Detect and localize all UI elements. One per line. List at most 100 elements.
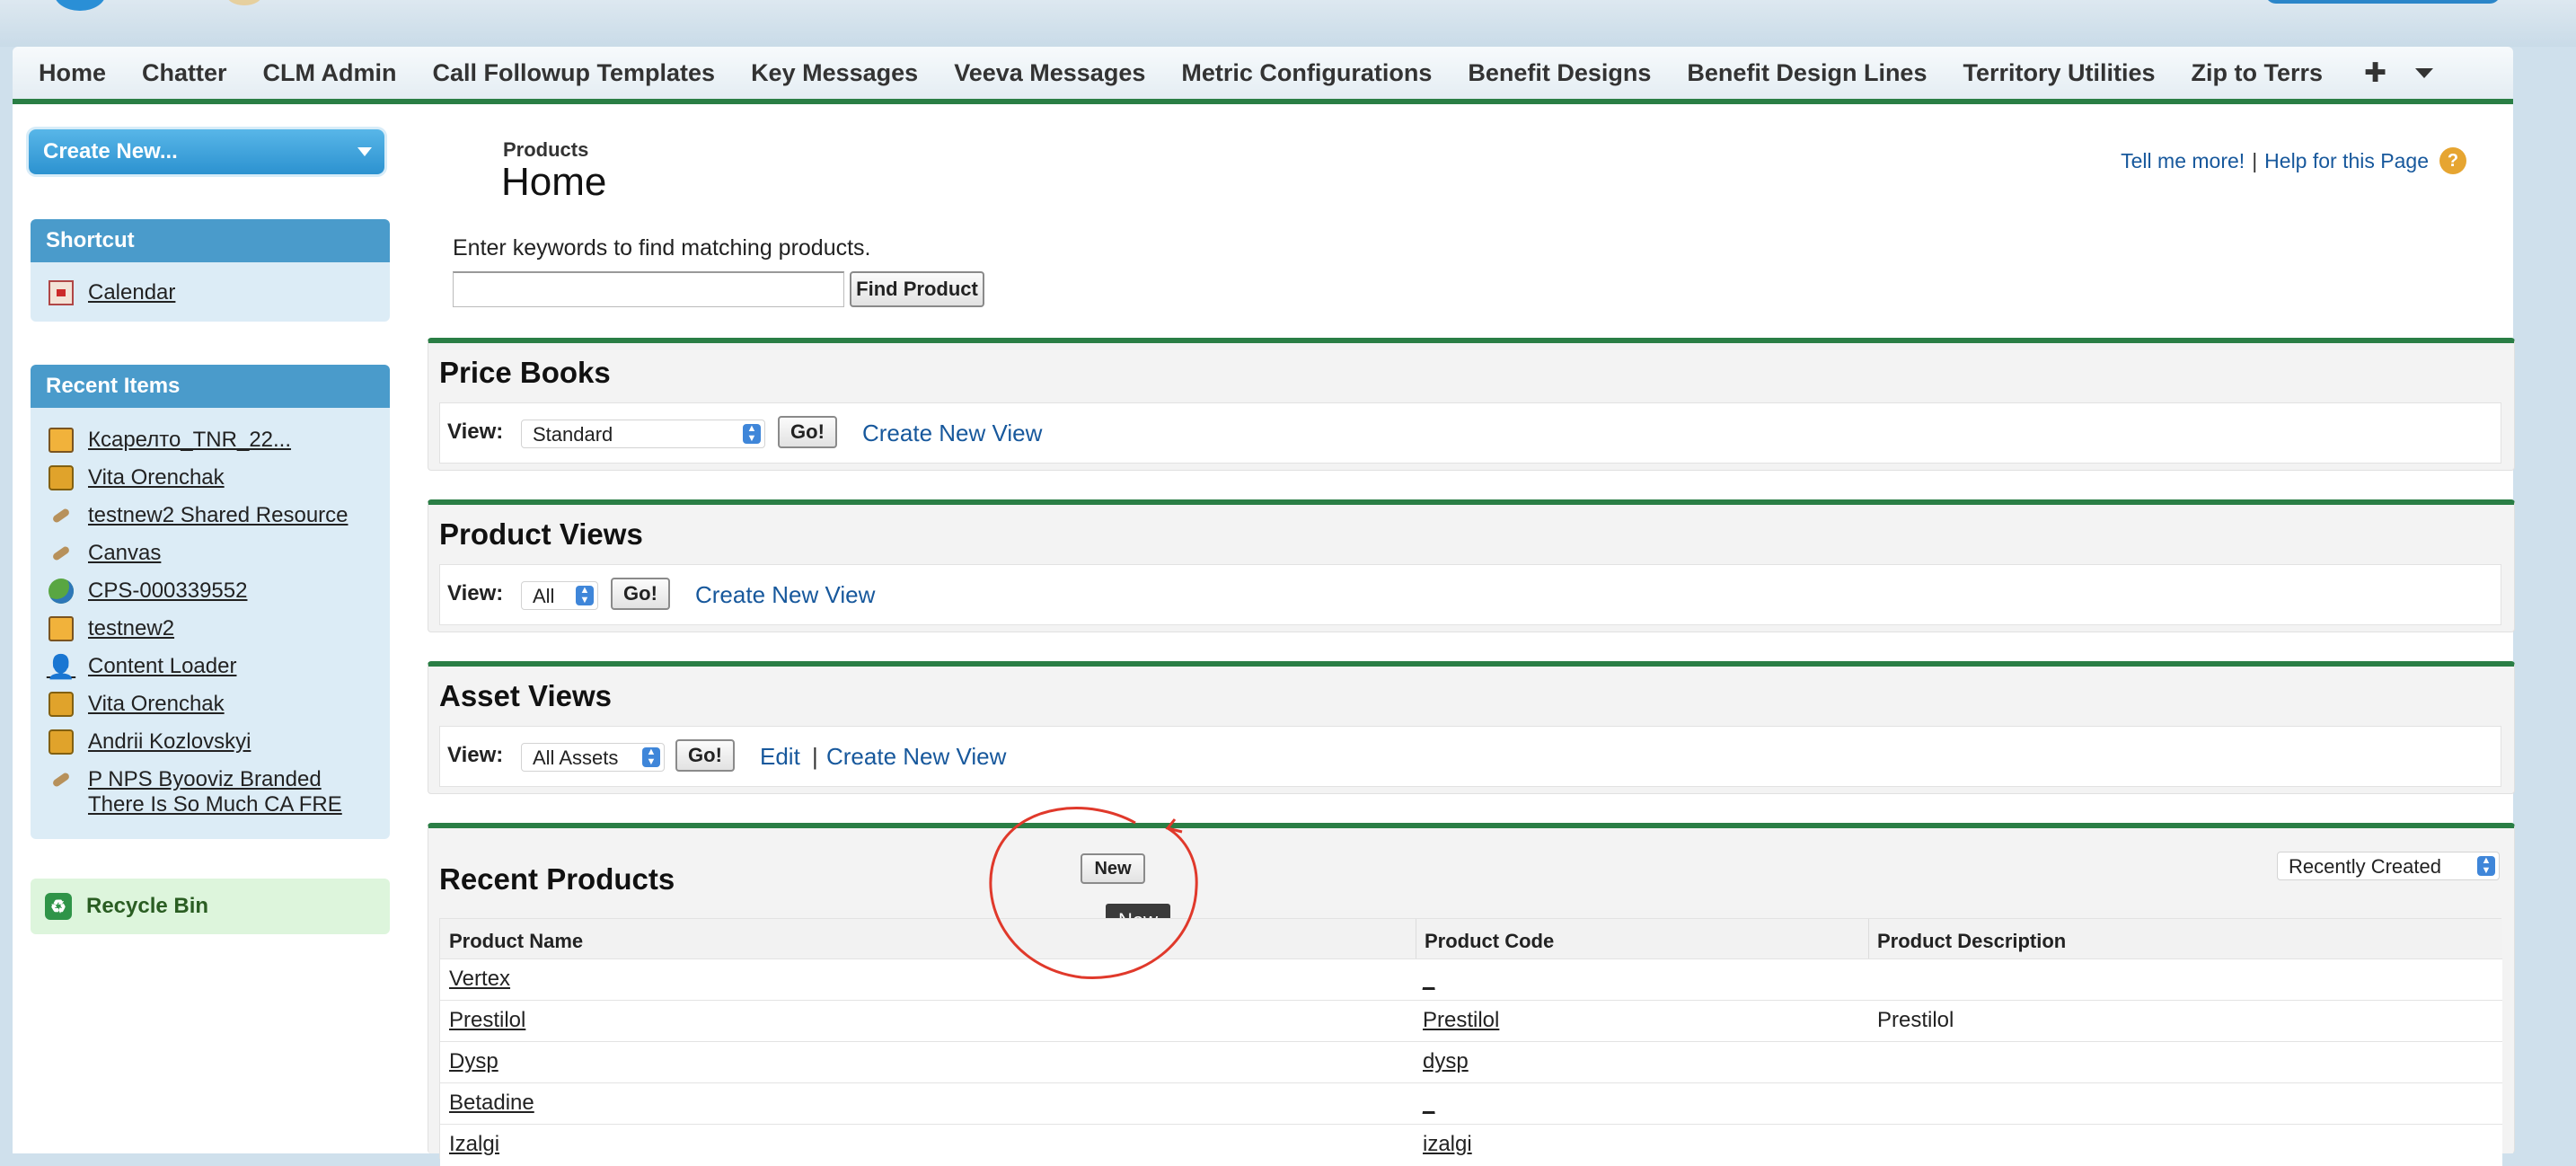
link-icon [49, 767, 74, 792]
calendar-icon [49, 280, 74, 305]
asset-view-select[interactable]: All Assets ▲ ▼ [521, 743, 665, 772]
product-name-link[interactable]: Prestilol [449, 1008, 525, 1033]
main-workarea: Create New... Shortcut Calendar Recent I… [13, 104, 2515, 1166]
view-bar: View: All Assets ▲ ▼ Go! Edit | Create Ne… [439, 726, 2501, 787]
recycle-bin-label: Recycle Bin [86, 894, 209, 918]
price-books-section: Price Books View: Standard ▲ ▼ Go! Create… [428, 338, 2515, 471]
tab-territory-utilities[interactable]: Territory Utilities [1945, 59, 2173, 87]
section-title: Asset Views [439, 679, 613, 712]
new-product-button[interactable]: New [1081, 853, 1145, 884]
table-row: Izalgi izalgi [440, 1124, 2502, 1166]
help-for-page-link[interactable]: Help for this Page [2264, 149, 2429, 173]
recycle-bin[interactable]: ♻ Recycle Bin [31, 879, 390, 934]
plus-icon[interactable]: ✚ [2341, 57, 2408, 89]
find-product-button[interactable]: Find Product [850, 271, 984, 307]
recent-item[interactable]: testnew2 [49, 616, 174, 641]
recent-item[interactable]: CPS-000339552 [49, 579, 247, 604]
edit-view-link[interactable]: Edit [760, 743, 800, 771]
tab-clm-admin[interactable]: CLM Admin [245, 59, 415, 87]
product-code-link[interactable]: dysp [1423, 1049, 1469, 1074]
recycle-bin-icon: ♻ [45, 893, 72, 920]
product-icon [49, 616, 74, 641]
create-new-view-link[interactable]: Create New View [862, 420, 1042, 447]
column-header-product-description[interactable]: Product Description [1877, 930, 2066, 953]
recent-item[interactable]: 👤 Content Loader [46, 653, 237, 680]
view-bar: View: Standard ▲ ▼ Go! Create New View [439, 402, 2501, 464]
product-search-input[interactable] [453, 271, 844, 307]
recent-item-label: testnew2 [88, 616, 175, 640]
tab-call-followup-templates[interactable]: Call Followup Templates [415, 59, 734, 87]
create-new-label: Create New... [43, 139, 178, 163]
setup-button[interactable] [2265, 0, 2501, 4]
page-object-label: Products [503, 138, 589, 161]
price-book-view-select[interactable]: Standard ▲ ▼ [521, 420, 765, 448]
column-header-product-name[interactable]: Product Name [449, 930, 583, 953]
resource-icon [49, 465, 74, 490]
product-code-link[interactable]: Prestilol [1423, 1008, 1499, 1033]
product-code-link[interactable]: _ [1423, 1091, 1434, 1116]
column-header-product-code[interactable]: Product Code [1425, 930, 1554, 953]
recent-item[interactable]: Canvas [49, 541, 161, 566]
product-views-section: Product Views View: All ▲ ▼ Go! Create Ne… [428, 499, 2515, 632]
recent-products-section: Recent Products New New Recently Created… [428, 823, 2515, 1166]
recent-item[interactable]: Andrii Kozlovskyi [49, 729, 251, 755]
table-header: Product Name Product Code Product Descri… [440, 919, 2502, 958]
table-row: Betadine _ [440, 1082, 2502, 1125]
go-button[interactable]: Go! [675, 739, 735, 772]
recent-item[interactable]: Vita Orenchak [49, 692, 225, 717]
link-icon [49, 541, 74, 566]
recent-item[interactable]: Ксарелто_TNR_22... [49, 428, 291, 453]
updown-arrow-icon: ▲ ▼ [2477, 856, 2495, 876]
product-description: Prestilol [1877, 1008, 1954, 1032]
page-title: Home [501, 160, 607, 204]
recent-item-label: Andrii Kozlovskyi [88, 729, 251, 754]
link-icon [49, 503, 74, 528]
column-divider [1868, 919, 1869, 958]
select-value: Standard [533, 423, 613, 446]
updown-arrow-icon: ▲ ▼ [743, 424, 761, 444]
recent-item[interactable]: Vita Orenchak [49, 465, 225, 490]
recent-item[interactable]: testnew2 Shared Resource [49, 503, 348, 528]
tab-key-messages[interactable]: Key Messages [733, 59, 936, 87]
product-name-link[interactable]: Betadine [449, 1091, 534, 1116]
org-logo [54, 0, 106, 11]
recent-item[interactable]: P NPS Byooviz Branded There Is So Much C… [49, 767, 345, 817]
tab-benefit-design-lines[interactable]: Benefit Design Lines [1669, 59, 1945, 87]
recent-products-sort-select[interactable]: Recently Created ▲ ▼ [2277, 852, 2500, 880]
product-name-link[interactable]: Vertex [449, 967, 510, 992]
product-name-link[interactable]: Dysp [449, 1049, 498, 1074]
recent-items-header: Recent Items [31, 365, 390, 408]
tell-me-more-link[interactable]: Tell me more! [2121, 149, 2245, 173]
help-icon[interactable]: ? [2439, 147, 2466, 174]
user-icon: 👤 [46, 653, 76, 680]
tab-metric-configurations[interactable]: Metric Configurations [1163, 59, 1450, 87]
tab-veeva-messages[interactable]: Veeva Messages [936, 59, 1163, 87]
tab-home[interactable]: Home [13, 59, 124, 87]
create-new-button[interactable]: Create New... [29, 129, 384, 174]
create-new-view-link[interactable]: Create New View [695, 581, 875, 609]
tab-benefit-designs[interactable]: Benefit Designs [1450, 59, 1669, 87]
updown-arrow-icon: ▲ ▼ [576, 586, 594, 605]
globe-icon [49, 579, 74, 604]
tab-zip-to-terrs[interactable]: Zip to Terrs [2174, 59, 2342, 87]
table-row: Prestilol Prestilol Prestilol [440, 1000, 2502, 1042]
shortcut-item-label: Calendar [88, 280, 176, 305]
go-button[interactable]: Go! [611, 578, 670, 610]
shortcut-item-calendar[interactable]: Calendar [49, 280, 175, 305]
go-button[interactable]: Go! [778, 416, 837, 448]
shortcut-header: Shortcut [31, 219, 390, 262]
recent-item-label: Content Loader [88, 654, 237, 678]
tab-bar: Home Chatter CLM Admin Call Followup Tem… [13, 47, 2513, 104]
resource-icon [49, 729, 74, 755]
brand-mark [226, 0, 262, 5]
table-row: Vertex _ [440, 958, 2502, 1001]
chevron-down-icon[interactable] [2415, 67, 2434, 78]
tab-chatter[interactable]: Chatter [124, 59, 245, 87]
product-view-select[interactable]: All ▲ ▼ [521, 581, 598, 610]
create-new-view-link[interactable]: Create New View [826, 743, 1006, 771]
create-new-caret-icon [357, 147, 372, 156]
section-title: Product Views [439, 517, 643, 551]
product-code-link[interactable]: _ [1423, 967, 1434, 992]
recent-products-table: Product Name Product Code Product Descri… [439, 918, 2502, 1166]
view-label: View: [447, 581, 504, 605]
